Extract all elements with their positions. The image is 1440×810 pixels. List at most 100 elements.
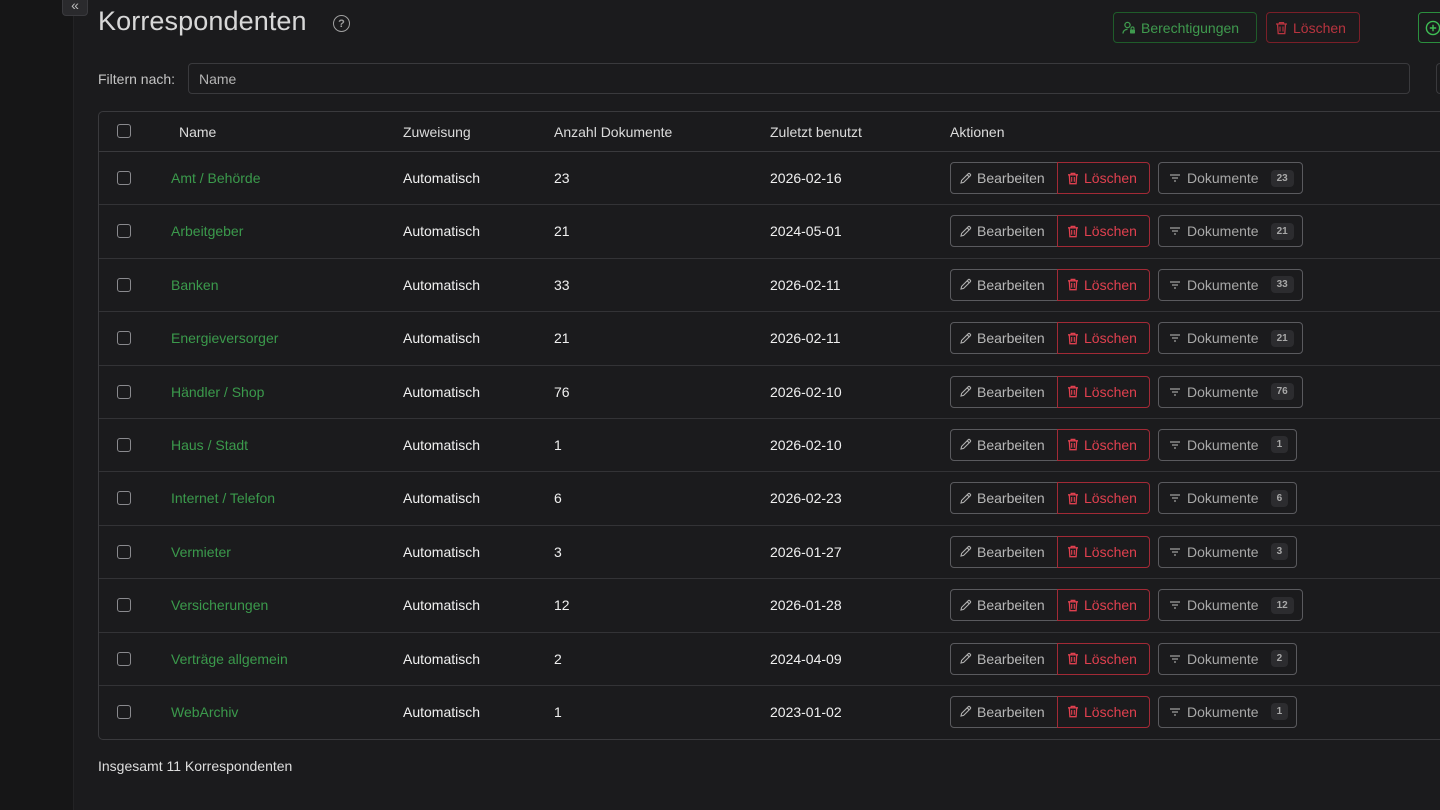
bulk-delete-label: Löschen xyxy=(1293,19,1346,36)
documents-button[interactable]: Dokumente 21 xyxy=(1158,215,1303,248)
document-count-cell: 21 xyxy=(554,330,570,347)
sidebar xyxy=(0,0,74,810)
column-header-name[interactable]: Name xyxy=(179,124,216,140)
delete-label: Löschen xyxy=(1084,490,1137,507)
document-count-badge: 2 xyxy=(1270,650,1289,668)
correspondent-name-link[interactable]: Händler / Shop xyxy=(171,384,264,400)
correspondent-name-link[interactable]: Haus / Stadt xyxy=(171,437,248,453)
documents-button[interactable]: Dokumente 6 xyxy=(1158,482,1298,515)
assignment-cell: Automatisch xyxy=(403,543,481,560)
column-header-actions: Aktionen xyxy=(950,124,1005,140)
documents-button[interactable]: Dokumente 33 xyxy=(1158,268,1303,301)
documents-button[interactable]: Dokumente 3 xyxy=(1158,535,1298,568)
correspondent-name-link[interactable]: WebArchiv xyxy=(171,704,238,720)
row-checkbox[interactable] xyxy=(117,598,131,613)
edit-button[interactable]: Bearbeiten xyxy=(950,589,1058,622)
collapse-sidebar-button[interactable]: « xyxy=(62,0,88,16)
document-count-cell: 1 xyxy=(554,436,562,453)
filter-icon xyxy=(1169,280,1181,290)
correspondent-name-link[interactable]: Banken xyxy=(171,277,218,293)
edit-button[interactable]: Bearbeiten xyxy=(950,695,1058,728)
edit-button[interactable]: Bearbeiten xyxy=(950,642,1058,675)
edit-button[interactable]: Bearbeiten xyxy=(950,428,1058,461)
row-checkbox[interactable] xyxy=(117,384,131,399)
edit-button[interactable]: Bearbeiten xyxy=(950,482,1058,515)
filter-options-button[interactable] xyxy=(1436,63,1440,94)
table-row: Verträge allgemein Automatisch 2 2024-04… xyxy=(99,633,1440,686)
delete-button[interactable]: Löschen xyxy=(1057,642,1150,675)
question-circle-icon[interactable]: ? xyxy=(333,15,350,32)
select-all-checkbox[interactable] xyxy=(117,124,131,138)
pencil-icon xyxy=(959,705,972,718)
row-checkbox[interactable] xyxy=(117,171,131,185)
trash-icon xyxy=(1067,225,1079,238)
column-header-document-count[interactable]: Anzahl Dokumente xyxy=(554,124,672,140)
document-count-cell: 3 xyxy=(554,543,562,560)
edit-label: Bearbeiten xyxy=(977,650,1045,667)
column-header-last-used[interactable]: Zuletzt benutzt xyxy=(770,124,862,140)
permissions-button[interactable]: Berechtigungen xyxy=(1113,12,1257,43)
page-title: Korrespondenten xyxy=(98,6,307,36)
trash-icon xyxy=(1067,385,1079,398)
documents-button[interactable]: Dokumente 76 xyxy=(1158,375,1303,408)
filter-name-input[interactable] xyxy=(188,63,1410,94)
document-count-cell: 21 xyxy=(554,223,570,240)
edit-label: Bearbeiten xyxy=(977,330,1045,347)
row-checkbox[interactable] xyxy=(117,491,131,506)
row-checkbox[interactable] xyxy=(117,331,131,346)
row-checkbox[interactable] xyxy=(117,224,131,239)
correspondent-name-link[interactable]: Energieversorger xyxy=(171,330,278,346)
delete-button[interactable]: Löschen xyxy=(1057,428,1150,461)
correspondent-name-link[interactable]: Vermieter xyxy=(171,544,231,560)
delete-button[interactable]: Löschen xyxy=(1057,162,1150,194)
delete-button[interactable]: Löschen xyxy=(1057,268,1150,301)
correspondent-name-link[interactable]: Versicherungen xyxy=(171,597,268,613)
add-correspondent-button[interactable] xyxy=(1418,12,1440,43)
document-count-badge: 21 xyxy=(1270,329,1294,347)
delete-label: Löschen xyxy=(1084,276,1137,293)
documents-button[interactable]: Dokumente 12 xyxy=(1158,589,1303,622)
delete-button[interactable]: Löschen xyxy=(1057,589,1150,622)
correspondent-name-link[interactable]: Verträge allgemein xyxy=(171,651,288,667)
documents-button[interactable]: Dokumente 23 xyxy=(1158,162,1303,194)
assignment-cell: Automatisch xyxy=(403,597,481,614)
delete-button[interactable]: Löschen xyxy=(1057,482,1150,515)
row-checkbox[interactable] xyxy=(117,437,131,452)
delete-button[interactable]: Löschen xyxy=(1057,695,1150,728)
edit-button[interactable]: Bearbeiten xyxy=(950,268,1058,301)
delete-button[interactable]: Löschen xyxy=(1057,375,1150,408)
filter-icon xyxy=(1169,333,1181,343)
pencil-icon xyxy=(959,385,972,398)
document-count-badge: 12 xyxy=(1270,596,1294,614)
correspondent-name-link[interactable]: Internet / Telefon xyxy=(171,490,275,506)
delete-label: Löschen xyxy=(1084,223,1137,240)
documents-button[interactable]: Dokumente 1 xyxy=(1158,428,1298,461)
last-used-cell: 2026-02-23 xyxy=(770,490,842,507)
table-row: Arbeitgeber Automatisch 21 2024-05-01 Be… xyxy=(99,205,1440,259)
trash-icon xyxy=(1067,599,1079,612)
edit-label: Bearbeiten xyxy=(977,383,1045,400)
edit-button[interactable]: Bearbeiten xyxy=(950,322,1058,355)
edit-button[interactable]: Bearbeiten xyxy=(950,162,1058,194)
documents-button[interactable]: Dokumente 1 xyxy=(1158,695,1298,728)
row-checkbox[interactable] xyxy=(117,277,131,292)
documents-button[interactable]: Dokumente 2 xyxy=(1158,642,1298,675)
correspondent-name-link[interactable]: Arbeitgeber xyxy=(171,223,243,239)
correspondent-name-link[interactable]: Amt / Behörde xyxy=(171,170,261,186)
row-checkbox[interactable] xyxy=(117,544,131,559)
column-header-assignment[interactable]: Zuweisung xyxy=(403,124,471,140)
documents-label: Dokumente xyxy=(1187,170,1259,186)
delete-button[interactable]: Löschen xyxy=(1057,535,1150,568)
documents-button[interactable]: Dokumente 21 xyxy=(1158,322,1303,355)
edit-button[interactable]: Bearbeiten xyxy=(950,375,1058,408)
trash-icon xyxy=(1067,332,1079,345)
table-row: Händler / Shop Automatisch 76 2026-02-10… xyxy=(99,366,1440,419)
row-checkbox[interactable] xyxy=(117,651,131,666)
delete-button[interactable]: Löschen xyxy=(1057,215,1150,248)
edit-button[interactable]: Bearbeiten xyxy=(950,215,1058,248)
edit-button[interactable]: Bearbeiten xyxy=(950,535,1058,568)
delete-label: Löschen xyxy=(1084,436,1137,453)
bulk-delete-button[interactable]: Löschen xyxy=(1266,12,1360,43)
delete-button[interactable]: Löschen xyxy=(1057,322,1150,355)
row-checkbox[interactable] xyxy=(117,704,131,719)
